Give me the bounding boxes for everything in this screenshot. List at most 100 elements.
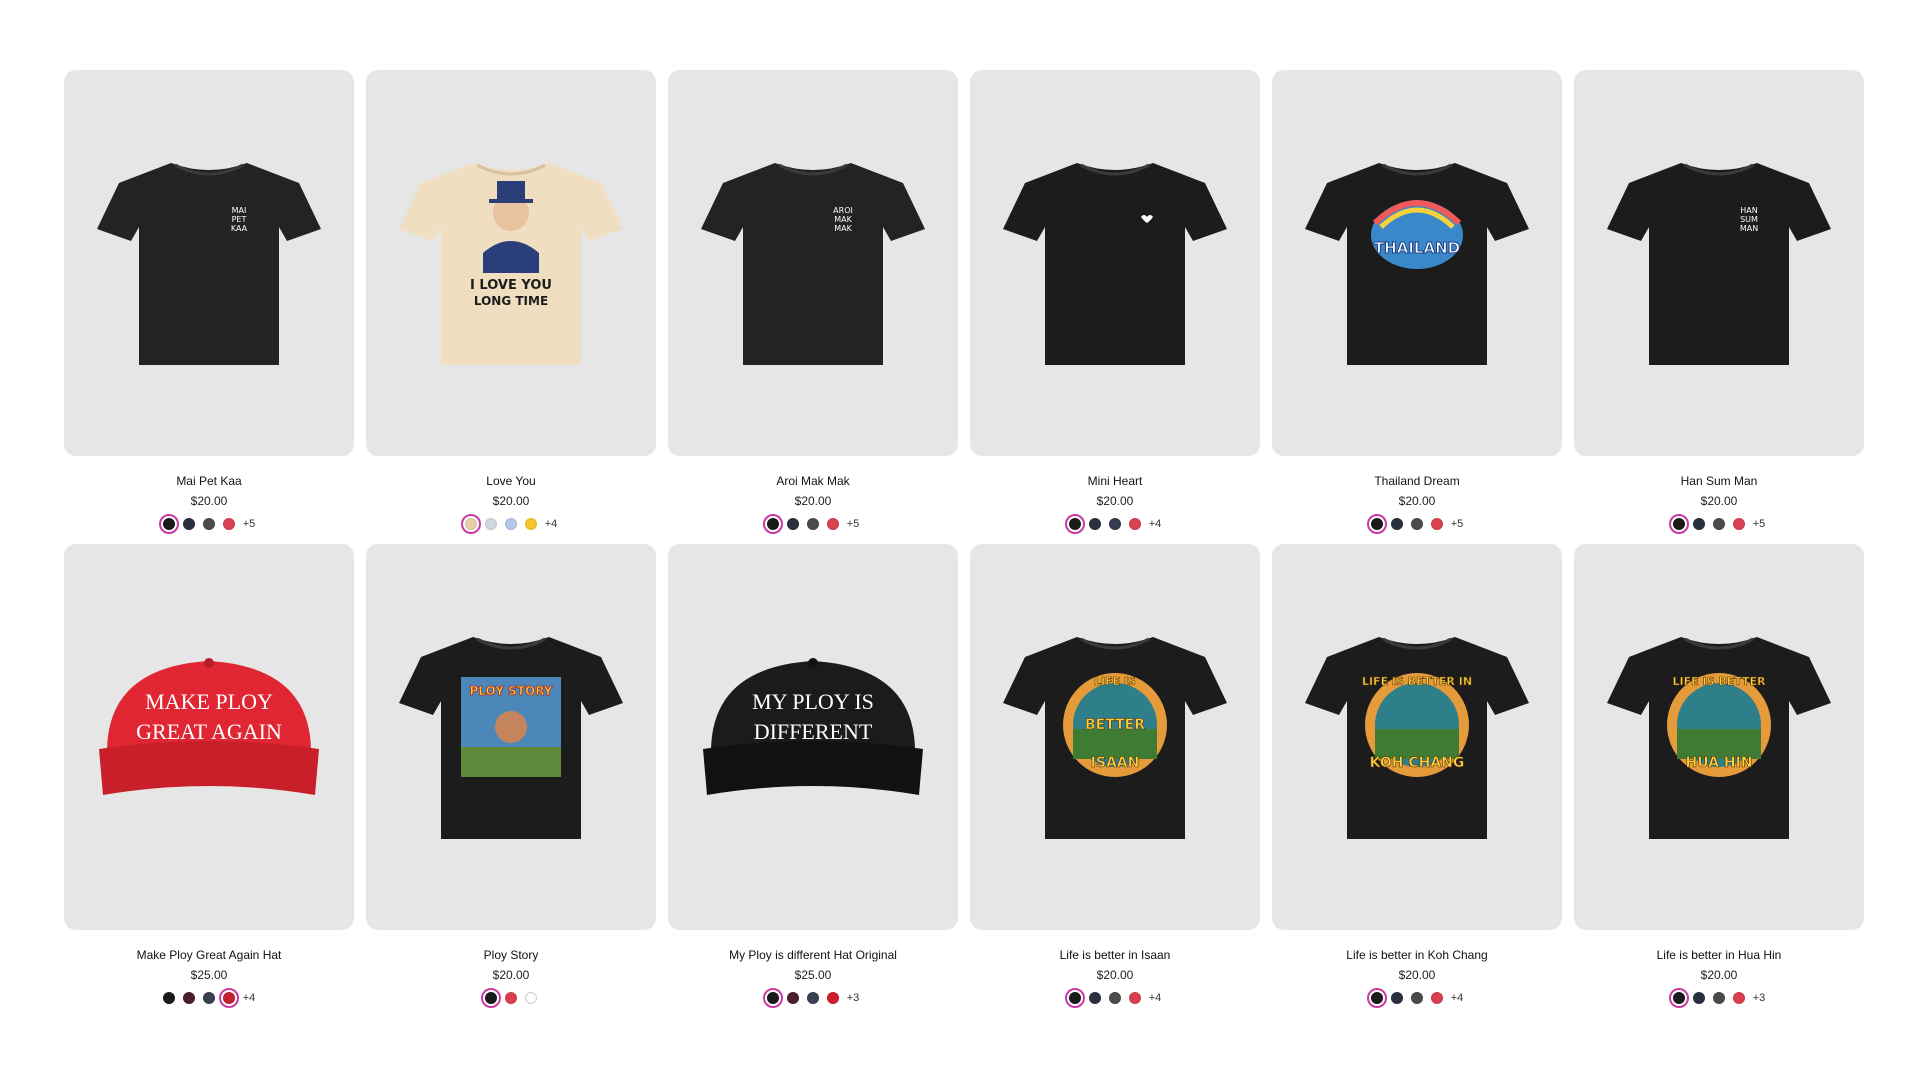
color-swatch[interactable]: [1668, 514, 1689, 534]
more-colors-count[interactable]: +3: [1753, 992, 1766, 1004]
color-swatch[interactable]: [1712, 518, 1725, 530]
color-swatch[interactable]: [481, 988, 501, 1008]
more-colors-count[interactable]: +5: [1451, 518, 1464, 530]
more-colors-count[interactable]: +4: [243, 992, 256, 1004]
product-card[interactable]: MAKE PLOY GREAT AGAIN Make Ploy Great Aga…: [64, 544, 354, 1008]
color-swatch[interactable]: [505, 992, 517, 1004]
color-swatch[interactable]: [218, 988, 239, 1008]
color-swatch[interactable]: [158, 514, 179, 534]
product-image[interactable]: MY PLOY IS DIFFERENT: [668, 544, 958, 930]
product-title[interactable]: Love You: [366, 474, 656, 488]
color-swatches: +4: [970, 514, 1260, 534]
svg-text:THAILAND: THAILAND: [1374, 239, 1460, 257]
product-image[interactable]: THAILAND: [1272, 70, 1562, 456]
product-title[interactable]: Thailand Dream: [1272, 474, 1562, 488]
product-image[interactable]: HAN SUM MAN: [1574, 70, 1864, 456]
more-colors-count[interactable]: +4: [545, 518, 558, 530]
more-colors-count[interactable]: +4: [1149, 992, 1162, 1004]
color-swatch[interactable]: [762, 988, 783, 1008]
hat-image: MY PLOY IS DIFFERENT: [703, 658, 923, 795]
product-card[interactable]: Mini Heart $20.00 +4: [970, 70, 1260, 534]
color-swatch[interactable]: [1410, 518, 1423, 530]
color-swatch[interactable]: [202, 992, 215, 1004]
color-swatch[interactable]: [1668, 988, 1689, 1008]
color-swatch[interactable]: [1430, 518, 1443, 530]
product-card[interactable]: MY PLOY IS DIFFERENT My Ploy is different…: [668, 544, 958, 1008]
more-colors-count[interactable]: +3: [847, 992, 860, 1004]
product-card[interactable]: THAILAND Thailand Dream $20.00 +5: [1272, 70, 1562, 534]
product-card[interactable]: AROI MAK MAK Aroi Mak Mak $20.00 +5: [668, 70, 958, 534]
product-image[interactable]: LIFE IS BETTER ISAAN: [970, 544, 1260, 930]
product-price: $20.00: [1700, 968, 1738, 982]
product-image[interactable]: LIFE IS BETTER HUA HIN: [1574, 544, 1864, 930]
product-image[interactable]: AROI MAK MAK: [668, 70, 958, 456]
color-swatch[interactable]: [525, 992, 537, 1004]
color-swatch[interactable]: [1108, 518, 1121, 530]
product-image[interactable]: MAKE PLOY GREAT AGAIN: [64, 544, 354, 930]
product-image[interactable]: LIFE IS BETTER IN KOH CHANG: [1272, 544, 1562, 930]
color-swatch[interactable]: [182, 518, 195, 530]
svg-text:BETTER: BETTER: [1085, 717, 1145, 733]
color-swatch[interactable]: [1712, 992, 1725, 1004]
more-colors-count[interactable]: +5: [1753, 518, 1766, 530]
product-image[interactable]: MAI PET KAA: [64, 70, 354, 456]
product-title[interactable]: Aroi Mak Mak: [668, 474, 958, 488]
color-swatch[interactable]: [786, 992, 799, 1004]
color-swatch[interactable]: [504, 518, 517, 530]
color-swatch[interactable]: [1692, 518, 1705, 530]
color-swatch[interactable]: [1732, 992, 1745, 1004]
product-price: $20.00: [1700, 494, 1738, 508]
color-swatch[interactable]: [1410, 992, 1423, 1004]
color-swatch[interactable]: [1088, 518, 1101, 530]
color-swatch[interactable]: [1692, 992, 1705, 1004]
color-swatch[interactable]: [826, 518, 839, 530]
product-image[interactable]: I LOVE YOU LONG TIME: [366, 70, 656, 456]
product-image[interactable]: PLOY STORY: [366, 544, 656, 930]
product-title[interactable]: Life is better in Hua Hin: [1574, 948, 1864, 962]
color-swatch[interactable]: [1390, 518, 1403, 530]
product-title[interactable]: Life is better in Isaan: [970, 948, 1260, 962]
color-swatch[interactable]: [1430, 992, 1443, 1004]
product-title[interactable]: Mini Heart: [970, 474, 1260, 488]
more-colors-count[interactable]: +5: [243, 518, 256, 530]
product-title[interactable]: Life is better in Koh Chang: [1272, 948, 1562, 962]
color-swatch[interactable]: [1732, 518, 1745, 530]
more-colors-count[interactable]: +4: [1149, 518, 1162, 530]
product-title[interactable]: Ploy Story: [366, 948, 656, 962]
color-swatch[interactable]: [182, 992, 195, 1004]
product-title[interactable]: My Ploy is different Hat Original: [668, 948, 958, 962]
color-swatch[interactable]: [806, 518, 819, 530]
product-card[interactable]: I LOVE YOU LONG TIME Love You $20.00 +4: [366, 70, 656, 534]
color-swatch[interactable]: [1088, 992, 1101, 1004]
color-swatch[interactable]: [826, 992, 839, 1004]
color-swatch[interactable]: [162, 992, 175, 1004]
more-colors-count[interactable]: +4: [1451, 992, 1464, 1004]
color-swatch[interactable]: [1064, 514, 1085, 534]
color-swatch[interactable]: [1064, 988, 1085, 1008]
product-title[interactable]: Han Sum Man: [1574, 474, 1864, 488]
color-swatch[interactable]: [1128, 518, 1141, 530]
product-card[interactable]: LIFE IS BETTER ISAAN Life is better in Isa…: [970, 544, 1260, 1008]
product-image[interactable]: [970, 70, 1260, 456]
color-swatch[interactable]: [484, 518, 497, 530]
more-colors-count[interactable]: +5: [847, 518, 860, 530]
color-swatch[interactable]: [1366, 514, 1387, 534]
color-swatch[interactable]: [202, 518, 215, 530]
color-swatch[interactable]: [806, 992, 819, 1004]
color-swatch[interactable]: [1108, 992, 1121, 1004]
color-swatch[interactable]: [786, 518, 799, 530]
color-swatch[interactable]: [222, 518, 235, 530]
product-title[interactable]: Make Ploy Great Again Hat: [64, 948, 354, 962]
color-swatch[interactable]: [460, 514, 481, 534]
color-swatch[interactable]: [1128, 992, 1141, 1004]
color-swatch[interactable]: [1366, 988, 1387, 1008]
product-card[interactable]: PLOY STORY Ploy Story $20.00: [366, 544, 656, 1008]
product-card[interactable]: MAI PET KAA Mai Pet Kaa $20.00 +5: [64, 70, 354, 534]
product-card[interactable]: HAN SUM MAN Han Sum Man $20.00 +5: [1574, 70, 1864, 534]
color-swatch[interactable]: [762, 514, 783, 534]
color-swatch[interactable]: [1390, 992, 1403, 1004]
color-swatch[interactable]: [524, 518, 537, 530]
product-card[interactable]: LIFE IS BETTER IN KOH CHANG Life is bette…: [1272, 544, 1562, 1008]
product-card[interactable]: LIFE IS BETTER HUA HIN Life is better in …: [1574, 544, 1864, 1008]
product-title[interactable]: Mai Pet Kaa: [64, 474, 354, 488]
